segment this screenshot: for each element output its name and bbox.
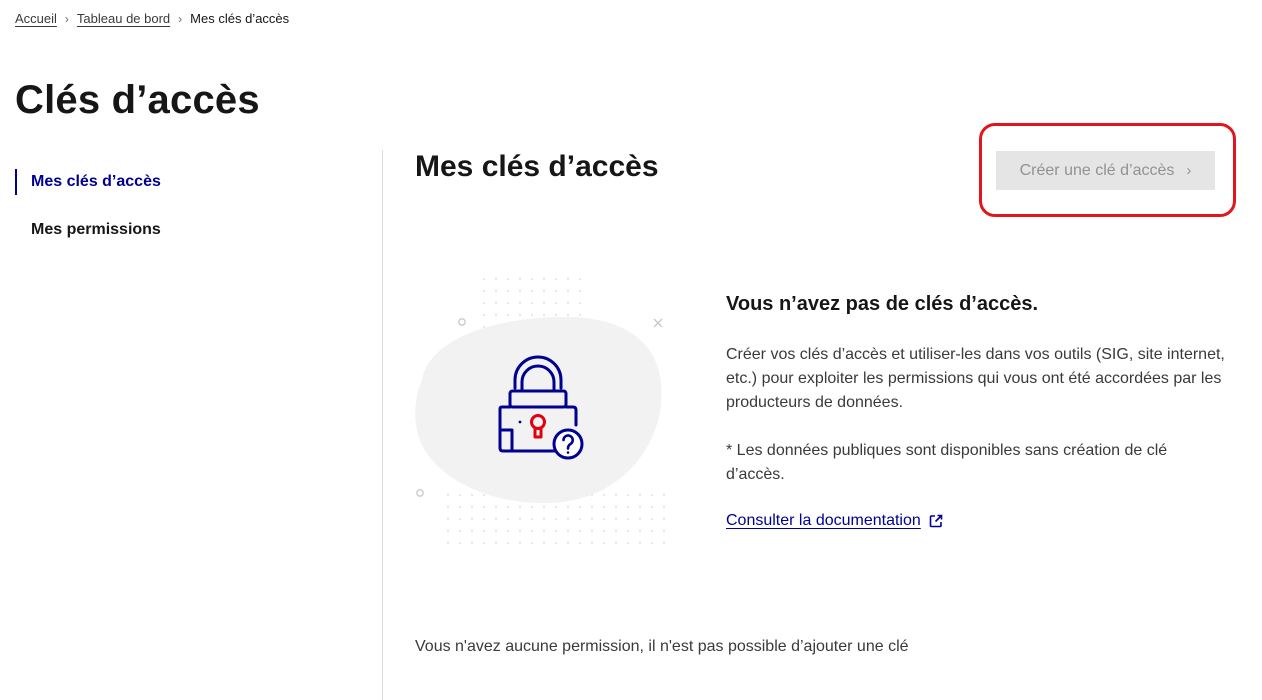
breadcrumb: Accueil › Tableau de bord › Mes clés d’a… xyxy=(15,11,289,26)
create-access-key-button[interactable]: Créer une clé d’accès › xyxy=(996,151,1215,190)
sidebar-item-mes-cles-d-acces[interactable]: Mes clés d’accès xyxy=(15,165,365,199)
empty-state-note: * Les données publiques sont disponibles… xyxy=(726,442,1168,483)
sidebar-item-mes-permissions[interactable]: Mes permissions xyxy=(15,213,365,247)
breadcrumb-link-accueil[interactable]: Accueil xyxy=(15,11,57,26)
chevron-right-icon: › xyxy=(64,11,69,26)
empty-state-illustration xyxy=(410,265,675,555)
empty-state-title: Vous n’avez pas de clés d’accès. xyxy=(726,293,1039,315)
side-menu: Mes clés d’accès Mes permissions xyxy=(15,165,365,261)
chevron-right-icon: › xyxy=(1186,162,1192,179)
page-title: Clés d’accès xyxy=(15,78,260,122)
documentation-link[interactable]: Consulter la documentation xyxy=(726,512,943,530)
empty-state-description: Créer vos clés d’accès et utiliser-les d… xyxy=(726,346,1225,411)
no-permission-message: Vous n'avez aucune permission, il n'est … xyxy=(415,638,909,655)
external-link-icon xyxy=(929,514,943,528)
breadcrumb-current: Mes clés d’accès xyxy=(190,11,290,26)
chevron-right-icon: › xyxy=(178,11,183,26)
breadcrumb-link-tableau-de-bord[interactable]: Tableau de bord xyxy=(77,11,170,26)
documentation-link-label: Consulter la documentation xyxy=(726,512,921,529)
create-access-key-button-label: Créer une clé d’accès xyxy=(1019,161,1175,179)
section-title: Mes clés d’accès xyxy=(415,150,659,183)
vertical-divider xyxy=(382,150,383,700)
